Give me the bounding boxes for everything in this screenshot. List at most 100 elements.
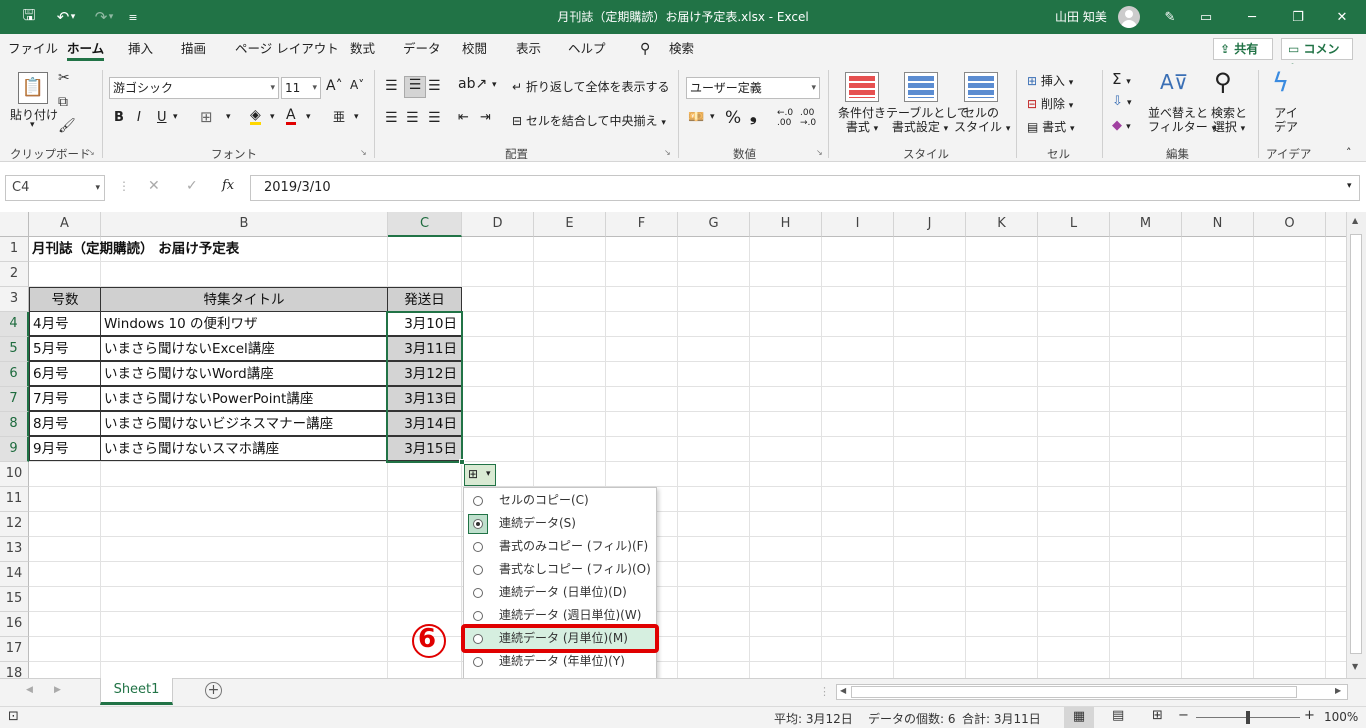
autosum-icon[interactable]: Σ ▾ <box>1112 70 1131 88</box>
tab-draw[interactable]: 描画 <box>181 34 206 64</box>
row-header-17[interactable]: 17 <box>0 637 29 662</box>
cell-styles-button[interactable]: セルの スタイル ▾ <box>954 106 1010 136</box>
find-select-icon[interactable]: ⚲ <box>1214 68 1232 96</box>
expand-formula-icon[interactable]: ▾ <box>1347 181 1352 191</box>
table-cell-feature[interactable]: いまさら聞けないスマホ講座 <box>100 436 388 461</box>
row-header-12[interactable]: 12 <box>0 512 29 537</box>
cancel-icon[interactable]: ✕ <box>148 178 160 194</box>
align-bottom-icon[interactable]: ☰ <box>428 78 441 94</box>
table-cell-feature[interactable]: いまさら聞けないWord講座 <box>100 361 388 386</box>
undo-dropdown-icon[interactable]: ▾ <box>66 0 80 34</box>
menu-item-fill-formatting-only[interactable]: 書式のみコピー (フィル)(F) <box>464 535 656 558</box>
zoom-level[interactable]: 100% <box>1324 710 1358 724</box>
autofill-options-button[interactable]: ⊞ ▾ <box>464 464 496 486</box>
redo-dropdown-icon[interactable]: ▾ <box>104 0 118 34</box>
font-size-combo[interactable]: 11 ▾ <box>281 77 321 99</box>
sheet-tab-sheet1[interactable]: Sheet1 <box>100 678 173 705</box>
conditional-format-icon[interactable] <box>845 72 879 102</box>
font-color-icon[interactable]: A <box>286 108 296 125</box>
delete-cells-button[interactable]: ⊟ 削除 ▾ <box>1027 95 1073 112</box>
clear-icon[interactable]: ◆ ▾ <box>1112 118 1131 133</box>
menu-item-fill-without-formatting[interactable]: 書式なしコピー (フィル)(O) <box>464 558 656 581</box>
save-icon[interactable]: 🖫 <box>14 0 44 34</box>
table-cell-feature[interactable]: Windows 10 の便利ワザ <box>100 311 388 336</box>
tab-file[interactable]: ファイル <box>8 34 58 64</box>
phonetic-icon[interactable]: 亜 <box>333 108 345 125</box>
scroll-right-icon[interactable]: ▶ <box>1335 686 1341 695</box>
tab-home[interactable]: ホーム <box>67 34 105 64</box>
column-header-b[interactable]: B <box>101 212 388 237</box>
column-header-d[interactable]: D <box>462 212 534 237</box>
alignment-launcher-icon[interactable]: ↘ <box>664 148 671 157</box>
column-header-o[interactable]: O <box>1254 212 1326 237</box>
column-header-f[interactable]: F <box>606 212 678 237</box>
underline-icon[interactable]: U <box>157 110 167 125</box>
column-header-p[interactable] <box>1326 212 1346 237</box>
formula-input[interactable]: 2019/3/10 <box>250 175 1360 201</box>
increase-decimal-icon[interactable]: ←.0.00 <box>777 108 793 128</box>
normal-view-icon[interactable]: ▦ <box>1064 707 1094 728</box>
find-select-button[interactable]: 検索と 選択 ▾ <box>1206 106 1252 136</box>
row-header-6[interactable]: 6 <box>0 362 29 387</box>
column-header-m[interactable]: M <box>1110 212 1182 237</box>
table-cell-issue[interactable]: 5月号 <box>29 336 101 361</box>
currency-icon[interactable]: 💴 <box>688 110 704 125</box>
scroll-left-icon[interactable]: ◀ <box>840 686 846 695</box>
orientation-icon[interactable]: ab↗ <box>458 76 487 92</box>
italic-icon[interactable]: I <box>137 110 141 125</box>
table-cell-feature[interactable]: いまさら聞けないExcel講座 <box>100 336 388 361</box>
tab-view[interactable]: 表示 <box>516 34 541 64</box>
zoom-out-icon[interactable]: − <box>1178 708 1189 723</box>
row-header-5[interactable]: 5 <box>0 337 29 362</box>
borders-icon[interactable]: ⊞ <box>200 108 213 126</box>
enter-icon[interactable]: ✓ <box>186 178 198 194</box>
close-icon[interactable]: ✕ <box>1322 0 1362 34</box>
table-cell-feature[interactable]: いまさら聞けないビジネスマナー講座 <box>100 411 388 436</box>
table-cell-issue[interactable]: 6月号 <box>29 361 101 386</box>
cell-styles-icon[interactable] <box>964 72 998 102</box>
page-break-view-icon[interactable]: ⊞ <box>1152 708 1163 723</box>
font-color-dropdown-icon[interactable]: ▾ <box>306 112 311 122</box>
header-cell-feature[interactable]: 特集タイトル <box>100 287 388 312</box>
column-header-i[interactable]: I <box>822 212 894 237</box>
horizontal-scrollbar[interactable]: ◀ ▶ <box>836 684 1348 700</box>
decrease-indent-icon[interactable]: ⇤ <box>458 110 469 125</box>
row-header-15[interactable]: 15 <box>0 587 29 612</box>
number-launcher-icon[interactable]: ↘ <box>816 148 823 157</box>
search-label[interactable]: 検索 <box>669 34 694 64</box>
percent-icon[interactable]: % <box>725 108 741 128</box>
insert-cells-button[interactable]: ⊞ 挿入 ▾ <box>1027 72 1073 89</box>
tab-help[interactable]: ヘルプ <box>568 34 606 64</box>
menu-item-copy-cells[interactable]: セルのコピー(C) <box>464 489 656 512</box>
row-header-16[interactable]: 16 <box>0 612 29 637</box>
cut-icon[interactable]: ✂ <box>58 70 70 86</box>
conditional-format-button[interactable]: 条件付き 書式 ▾ <box>838 106 886 136</box>
sort-filter-button[interactable]: 並べ替えと フィルター ▾ <box>1148 106 1216 136</box>
row-header-14[interactable]: 14 <box>0 562 29 587</box>
menu-item-fill-series[interactable]: 連続データ(S) <box>464 512 656 535</box>
row-header-9[interactable]: 9 <box>0 437 29 462</box>
ideas-button[interactable]: アイ デア <box>1266 106 1306 134</box>
ribbon-display-icon[interactable]: ▭ <box>1186 0 1226 34</box>
sort-filter-icon[interactable]: A⊽ <box>1160 70 1188 94</box>
zoom-in-icon[interactable]: + <box>1304 708 1315 723</box>
avatar[interactable] <box>1118 6 1140 28</box>
column-header-c[interactable]: C <box>388 212 462 237</box>
row-header-4[interactable]: 4 <box>0 312 29 337</box>
copy-icon[interactable]: ⧉ <box>58 94 68 110</box>
add-sheet-icon[interactable]: + <box>205 682 222 699</box>
ideas-icon[interactable]: ϟ <box>1272 68 1289 98</box>
user-name[interactable]: 山田 知美 <box>1055 0 1107 34</box>
format-as-table-icon[interactable] <box>904 72 938 102</box>
underline-dropdown-icon[interactable]: ▾ <box>173 112 178 122</box>
borders-dropdown-icon[interactable]: ▾ <box>226 112 231 122</box>
minimize-icon[interactable]: ─ <box>1232 0 1272 34</box>
font-launcher-icon[interactable]: ↘ <box>360 148 367 157</box>
column-header-a[interactable]: A <box>29 212 101 237</box>
table-cell-issue[interactable]: 7月号 <box>29 386 101 411</box>
vertical-scrollbar[interactable]: ▲ ▼ <box>1346 212 1366 678</box>
column-header-l[interactable]: L <box>1038 212 1110 237</box>
collapse-ribbon-icon[interactable]: ˄ <box>1346 146 1352 159</box>
comment-button[interactable]: ▭ コメント <box>1281 38 1353 76</box>
tab-insert[interactable]: 挿入 <box>128 34 153 64</box>
